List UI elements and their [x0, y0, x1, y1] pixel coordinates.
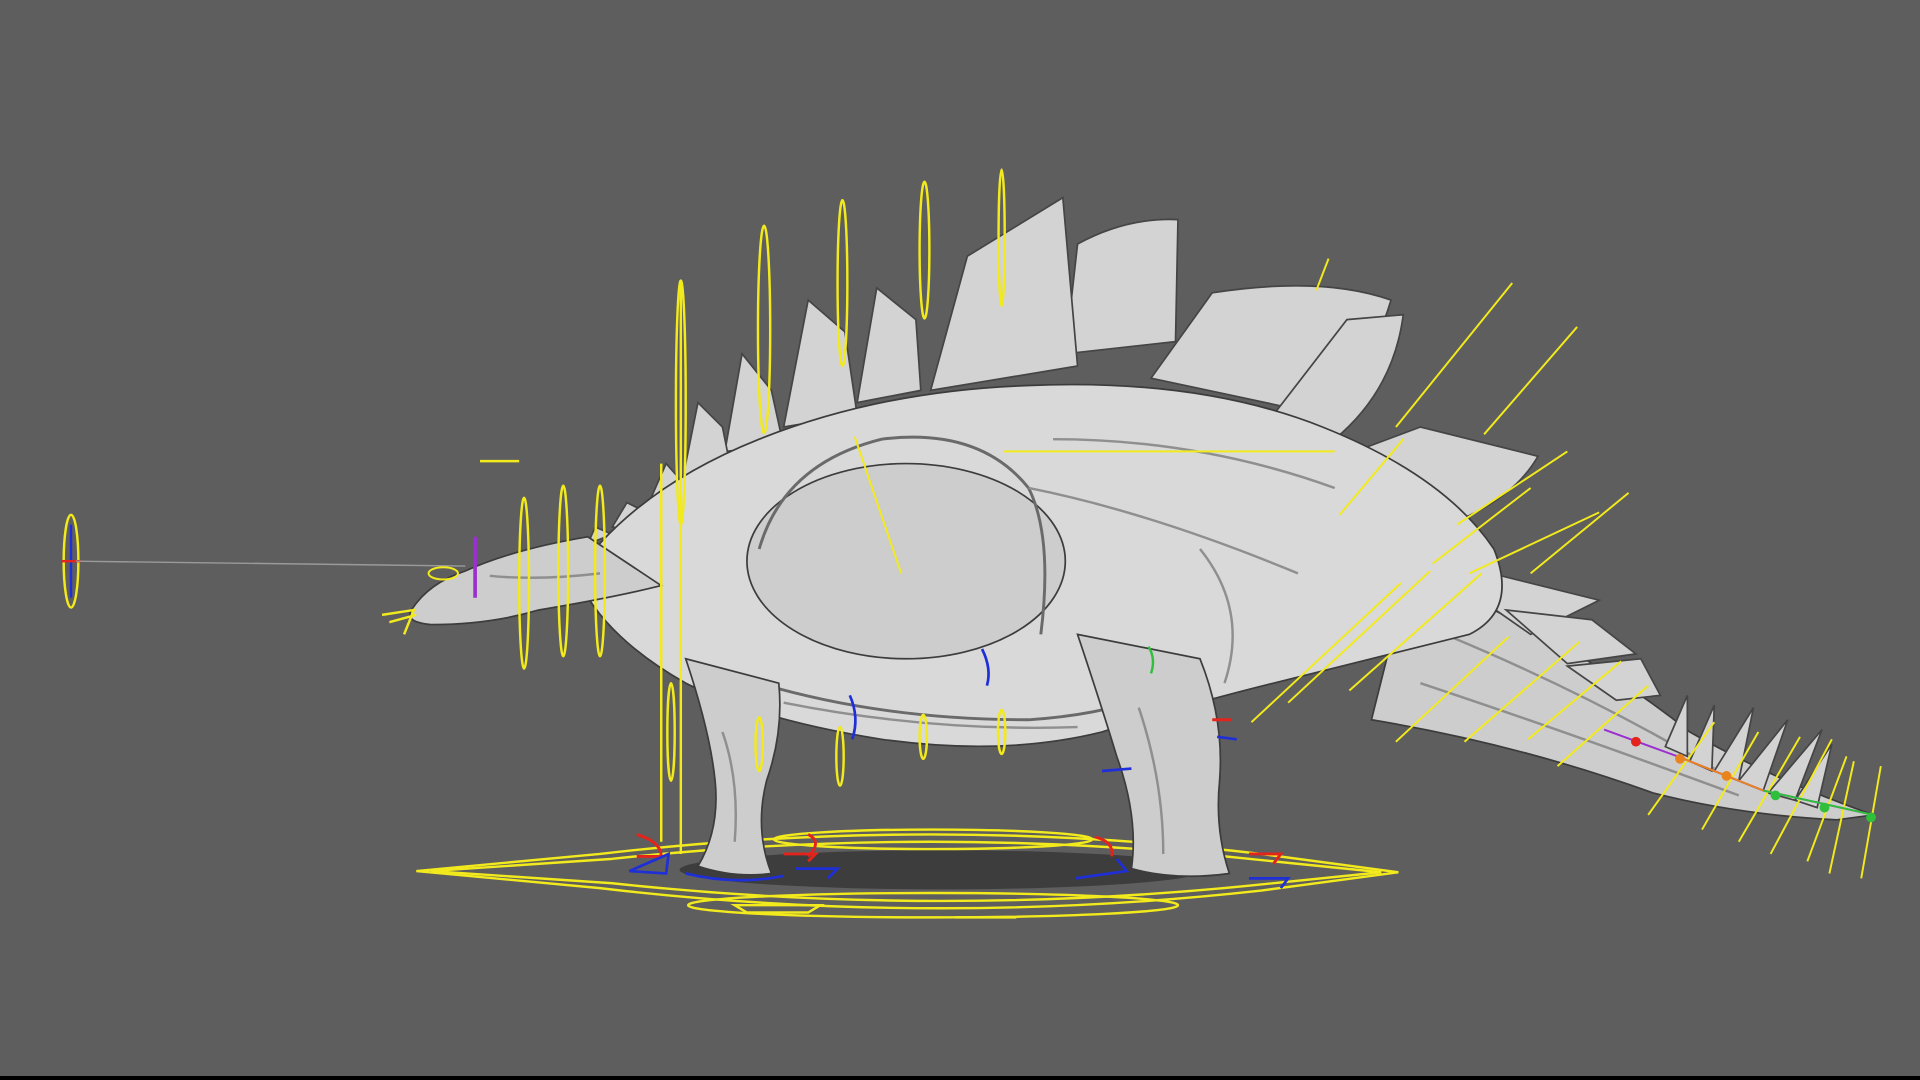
scene-canvas[interactable] — [0, 0, 1920, 1076]
3d-viewport[interactable] — [0, 0, 1920, 1076]
viewport-bottom-border — [0, 1076, 1920, 1080]
